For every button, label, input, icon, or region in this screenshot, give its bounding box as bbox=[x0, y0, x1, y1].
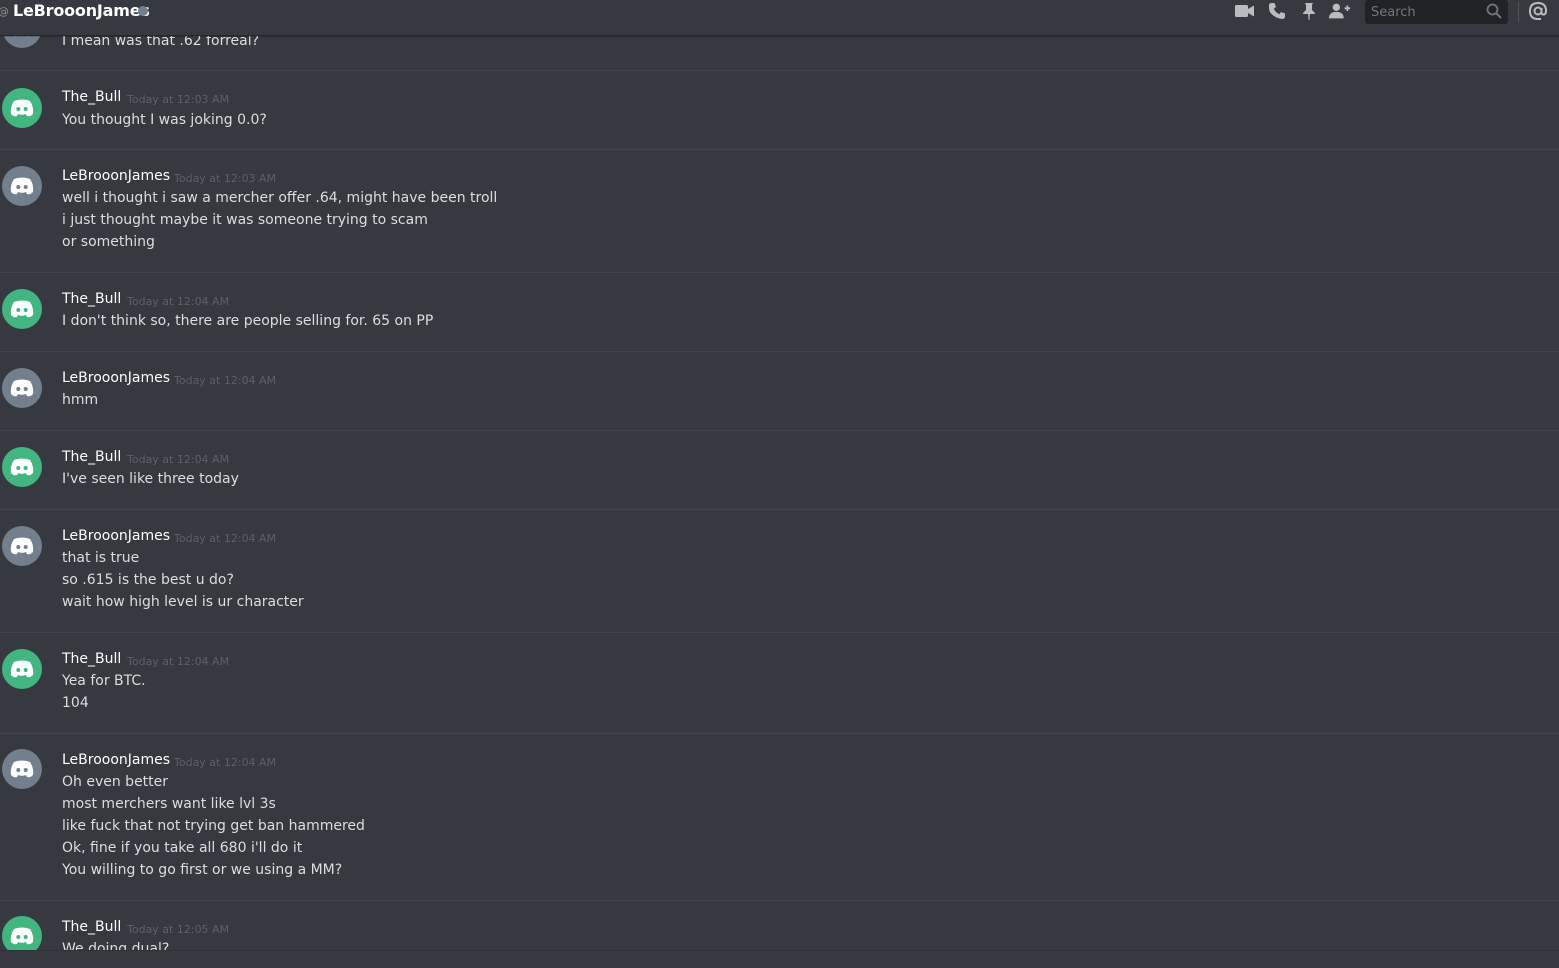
message-text: You willing to go first or we using a MM… bbox=[62, 862, 343, 878]
avatar[interactable] bbox=[2, 916, 42, 950]
message-timestamp: Today at 12:04 AM bbox=[127, 295, 230, 308]
message-group: The_Bull Today at 12:05 AM We doing dual… bbox=[0, 901, 1559, 950]
status-indicator bbox=[138, 6, 148, 16]
message-text: We doing dual? bbox=[62, 941, 170, 950]
message-text: I've seen like three today bbox=[62, 471, 239, 487]
header-divider bbox=[1518, 2, 1519, 22]
message-timestamp: Today at 12:03 AM bbox=[127, 93, 230, 106]
avatar[interactable] bbox=[2, 368, 42, 408]
avatar[interactable] bbox=[2, 289, 42, 329]
message-text: hmm bbox=[62, 392, 99, 408]
discord-logo-icon bbox=[10, 99, 34, 117]
add-friend-icon[interactable] bbox=[1329, 0, 1351, 22]
avatar[interactable] bbox=[2, 88, 42, 128]
avatar[interactable] bbox=[2, 649, 42, 689]
discord-logo-icon bbox=[10, 379, 34, 397]
search-bar[interactable] bbox=[1365, 0, 1508, 24]
search-input[interactable] bbox=[1365, 0, 1481, 24]
message-timestamp: Today at 12:03 AM bbox=[174, 172, 277, 185]
avatar[interactable] bbox=[2, 749, 42, 789]
message-text: most merchers want like lvl 3s bbox=[62, 796, 276, 812]
message-author[interactable]: The_Bull bbox=[62, 919, 121, 935]
discord-logo-icon bbox=[10, 300, 34, 318]
message-author[interactable]: The_Bull bbox=[62, 651, 121, 667]
message-timestamp: Today at 12:04 AM bbox=[174, 532, 277, 545]
message-group: The_Bull Today at 12:04 AM Yea for BTC. … bbox=[0, 633, 1559, 734]
message-input-area[interactable] bbox=[0, 950, 1559, 968]
discord-logo-icon bbox=[10, 760, 34, 778]
message-text: well i thought i saw a mercher offer .64… bbox=[62, 190, 498, 206]
pin-icon[interactable] bbox=[1298, 0, 1320, 22]
dm-at-symbol: @ bbox=[0, 5, 9, 18]
message-author[interactable]: LeBrooonJames bbox=[62, 168, 170, 184]
discord-logo-icon bbox=[10, 177, 34, 195]
message-text: Yea for BTC. bbox=[62, 673, 146, 689]
message-group: The_Bull Today at 12:04 AM I don't think… bbox=[0, 273, 1559, 352]
discord-logo-icon bbox=[10, 537, 34, 555]
message-list: I mean was that .62 forreal? The_Bull To… bbox=[0, 0, 1559, 950]
message-author[interactable]: The_Bull bbox=[62, 449, 121, 465]
video-call-icon[interactable] bbox=[1234, 0, 1256, 22]
message-author[interactable]: LeBrooonJames bbox=[62, 370, 170, 386]
avatar[interactable] bbox=[2, 526, 42, 566]
discord-logo-icon bbox=[10, 660, 34, 678]
message-group: The_Bull Today at 12:04 AM I've seen lik… bbox=[0, 431, 1559, 510]
message-text: that is true bbox=[62, 550, 140, 566]
channel-title: LeBrooonJames bbox=[13, 1, 150, 20]
discord-logo-icon bbox=[10, 927, 34, 945]
message-timestamp: Today at 12:04 AM bbox=[127, 453, 230, 466]
message-author[interactable]: LeBrooonJames bbox=[62, 752, 170, 768]
message-group: LeBrooonJames Today at 12:04 AM hmm bbox=[0, 352, 1559, 431]
message-text: Oh even better bbox=[62, 774, 169, 790]
message-timestamp: Today at 12:04 AM bbox=[127, 655, 230, 668]
message-text: like fuck that not trying get ban hammer… bbox=[62, 818, 365, 834]
message-text: wait how high level is ur character bbox=[62, 594, 304, 610]
message-group: The_Bull Today at 12:03 AM You thought I… bbox=[0, 71, 1559, 150]
message-text: i just thought maybe it was someone tryi… bbox=[62, 212, 428, 228]
message-text: I don't think so, there are people selli… bbox=[62, 313, 434, 329]
search-icon[interactable] bbox=[1486, 3, 1502, 23]
message-text: Ok, fine if you take all 680 i'll do it bbox=[62, 840, 303, 856]
message-group: LeBrooonJames Today at 12:04 AM Oh even … bbox=[0, 734, 1559, 901]
message-author[interactable]: The_Bull bbox=[62, 89, 121, 105]
avatar[interactable] bbox=[2, 166, 42, 206]
message-text: 104 bbox=[62, 695, 89, 711]
channel-header: @ LeBrooonJames bbox=[0, 0, 1559, 36]
message-group: LeBrooonJames Today at 12:04 AM that is … bbox=[0, 510, 1559, 633]
message-timestamp: Today at 12:04 AM bbox=[174, 374, 277, 387]
message-timestamp: Today at 12:05 AM bbox=[127, 923, 230, 936]
avatar[interactable] bbox=[2, 447, 42, 487]
message-author[interactable]: LeBrooonJames bbox=[62, 528, 170, 544]
message-group: LeBrooonJames Today at 12:03 AM well i t… bbox=[0, 150, 1559, 273]
discord-logo-icon bbox=[10, 458, 34, 476]
message-text: You thought I was joking 0.0? bbox=[62, 112, 267, 128]
voice-call-icon[interactable] bbox=[1266, 0, 1288, 22]
message-timestamp: Today at 12:04 AM bbox=[174, 756, 277, 769]
message-text: or something bbox=[62, 234, 155, 250]
message-author[interactable]: The_Bull bbox=[62, 291, 121, 307]
mentions-icon[interactable] bbox=[1527, 0, 1549, 22]
message-text: so .615 is the best u do? bbox=[62, 572, 234, 588]
